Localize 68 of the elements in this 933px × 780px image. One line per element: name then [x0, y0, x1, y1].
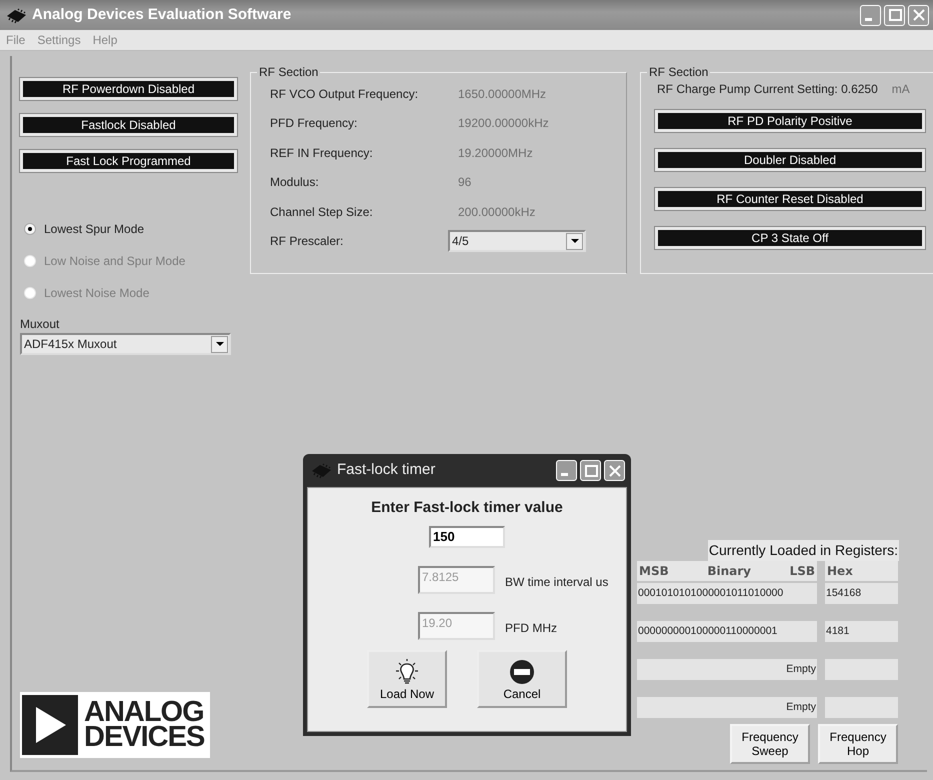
column-header: Hex — [827, 563, 853, 580]
close-icon — [606, 462, 622, 478]
dropdown[interactable]: ADF415x Muxout — [20, 333, 231, 355]
dialog-heading: Enter Fast-lock timer value — [371, 498, 563, 518]
field-label: RF VCO Output Frequency: — [270, 86, 420, 103]
registers-title: Currently Loaded in Registers: — [708, 540, 899, 561]
column-header: Binary — [707, 563, 751, 580]
unit-label: mA — [892, 81, 910, 98]
action-button[interactable]: Frequency Sweep — [730, 724, 810, 764]
readonly-field: 7.8125 — [418, 566, 495, 594]
caret-icon — [570, 238, 580, 244]
timer-input[interactable]: 150 — [429, 526, 505, 548]
maximize-icon — [886, 7, 902, 23]
toggle-button[interactable]: RF Powerdown Disabled — [20, 78, 237, 100]
dialog-title: Fast-lock timer — [337, 460, 436, 480]
charge-pump-label: RF Charge Pump Current Setting: 0.6250 — [657, 81, 878, 98]
section-title: RF Section — [647, 65, 710, 79]
minimize-button[interactable] — [556, 460, 577, 481]
dropdown[interactable]: 4/5 — [448, 230, 586, 252]
field-label: REF IN Frequency: — [270, 144, 374, 162]
maximize-button[interactable] — [580, 460, 601, 481]
toggle-button[interactable]: Fast Lock Programmed — [20, 150, 237, 172]
minimize-button[interactable] — [860, 4, 881, 26]
field-value: 19.20000MHz — [458, 144, 533, 162]
hex-cell: 4181 — [825, 621, 898, 642]
radio-label[interactable]: Lowest Spur Mode — [44, 220, 144, 238]
binary-cell: Empty — [637, 659, 817, 680]
field-value: 1650.00000MHz — [458, 86, 546, 103]
dialog-button[interactable]: Load Now — [367, 650, 447, 708]
close-icon — [910, 7, 926, 23]
toggle-button[interactable]: RF Counter Reset Disabled — [655, 188, 925, 210]
close-button[interactable] — [604, 460, 625, 481]
stop-icon — [509, 658, 535, 684]
minimize-icon — [560, 473, 568, 476]
toggle-button[interactable]: Fastlock Disabled — [20, 114, 237, 136]
column-header: LSB — [790, 563, 815, 580]
chip-icon — [6, 6, 26, 24]
dialog-button[interactable]: Cancel — [477, 650, 567, 708]
muxout-label: Muxout — [20, 316, 60, 333]
maximize-icon — [582, 462, 598, 478]
caret-icon — [214, 341, 224, 347]
field-value: 19200.00000kHz — [458, 115, 549, 132]
field-label: BW time interval us — [505, 574, 608, 590]
toggle-button[interactable]: CP 3 State Off — [655, 227, 925, 249]
field-label: Modulus: — [270, 174, 320, 192]
logo-text: DEVICES — [84, 725, 204, 750]
minimize-icon — [864, 18, 872, 20]
field-value: 200.00000kHz — [458, 204, 536, 221]
field-value: 96 — [458, 174, 472, 192]
readonly-field: 19.20 — [418, 612, 495, 640]
field-label: Channel Step Size: — [270, 204, 374, 221]
action-button[interactable]: Frequency Hop — [818, 724, 898, 764]
logo-text: ANALOG — [84, 700, 204, 725]
field-label: PFD Frequency: — [270, 115, 358, 132]
toggle-button[interactable]: RF PD Polarity Positive — [655, 110, 925, 132]
column-header: MSB — [639, 563, 669, 580]
binary-cell: 0001010101000001011010000 — [637, 583, 817, 604]
section-title: RF Section — [257, 65, 320, 79]
maximize-button[interactable] — [884, 4, 905, 26]
hex-cell: 154168 — [825, 583, 898, 604]
chip-icon — [311, 462, 331, 479]
binary-cell: Empty — [637, 697, 817, 718]
binary-cell: 000000000100000110000001 — [637, 621, 817, 642]
close-button[interactable] — [908, 4, 929, 26]
field-label: PFD MHz — [505, 620, 557, 636]
window-title: Analog Devices Evaluation Software — [32, 4, 292, 25]
toggle-button[interactable]: Doubler Disabled — [655, 149, 925, 171]
radio-button[interactable] — [24, 223, 36, 235]
